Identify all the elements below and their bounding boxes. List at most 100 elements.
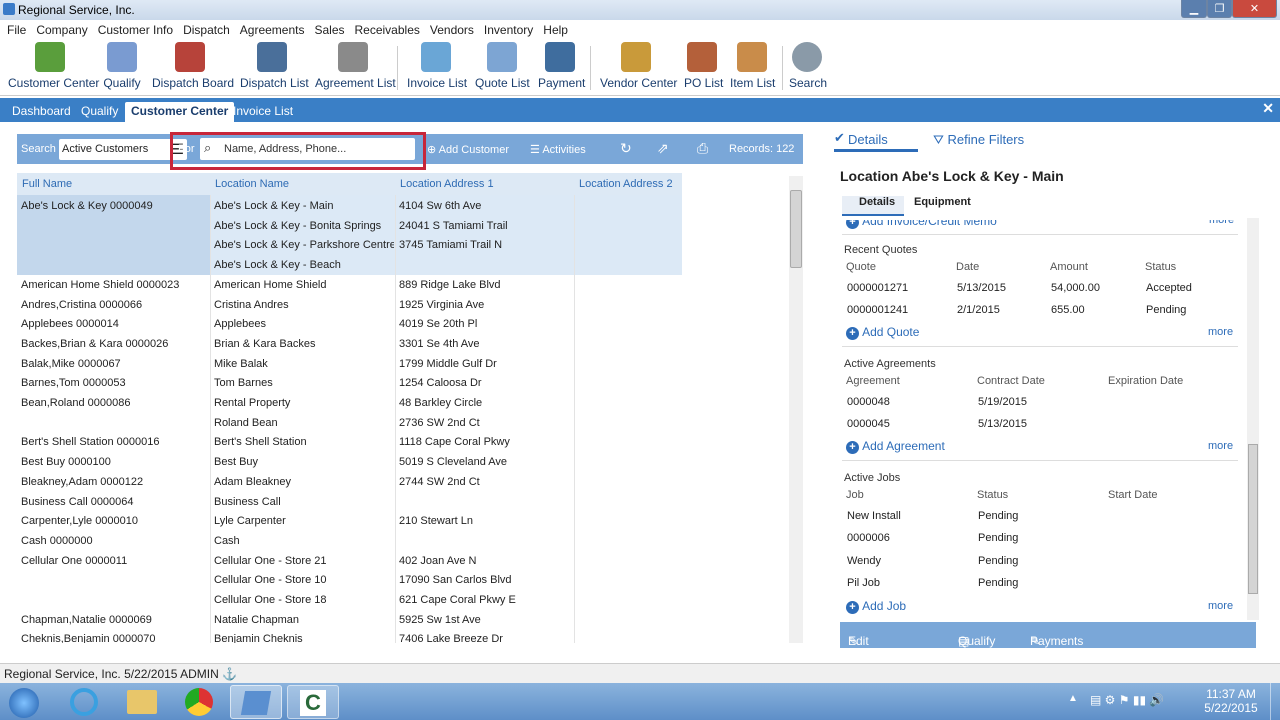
start-button[interactable] (0, 685, 48, 719)
menu-sales[interactable]: Sales (309, 23, 349, 37)
full-name-cell[interactable]: Barnes,Tom 0000053 (21, 374, 209, 393)
location-address-1-cell[interactable]: 4104 Sw 6th Ave (399, 197, 573, 216)
full-name-cell[interactable]: Cellular One 0000011 (21, 552, 209, 571)
location-name-cell[interactable]: Rental Property (214, 394, 394, 413)
more-link[interactable]: more (1209, 220, 1234, 226)
more-link[interactable]: more (1208, 326, 1233, 338)
job-name[interactable]: Pil Job (847, 577, 880, 589)
more-link[interactable]: more (1208, 440, 1233, 452)
location-name-cell[interactable]: Cellular One - Store 10 (214, 571, 394, 590)
refresh-icon[interactable]: ↻ (620, 140, 632, 157)
agreement-number[interactable]: 0000045 (847, 418, 890, 430)
location-name-cell[interactable]: Cellular One - Store 21 (214, 552, 394, 571)
location-name-cell[interactable]: Abe's Lock & Key - Main (214, 197, 394, 216)
location-address-1-cell[interactable]: 1799 Middle Gulf Dr (399, 355, 573, 374)
location-address-1-cell[interactable]: 3745 Tamiami Trail N (399, 236, 573, 255)
details-tab[interactable]: ✔ Details (834, 126, 918, 152)
add-agreement-link[interactable]: + Add Agreement (846, 439, 945, 454)
full-name-cell[interactable]: Bert's Shell Station 0000016 (21, 433, 209, 452)
toolbar-po-list-button[interactable]: PO List (684, 42, 723, 90)
search-scope-select[interactable]: Active Customers ☰ (59, 139, 187, 160)
location-address-2-cell[interactable] (578, 532, 682, 551)
location-address-1-cell[interactable]: 889 Ridge Lake Blvd (399, 276, 573, 295)
menu-company[interactable]: Company (31, 23, 92, 37)
add-job-link[interactable]: + Add Job (846, 599, 906, 614)
location-address-1-cell[interactable]: 5925 Sw 1st Ave (399, 611, 573, 630)
location-address-2-cell[interactable] (578, 630, 682, 643)
location-address-1-cell[interactable]: 621 Cape Coral Pkwy E (399, 591, 573, 610)
full-name-cell[interactable] (21, 591, 209, 610)
full-name-cell[interactable] (21, 217, 209, 236)
location-address-2-cell[interactable] (578, 611, 682, 630)
close-button[interactable]: ✕ (1232, 0, 1277, 18)
full-name-cell[interactable]: Cheknis,Benjamin 0000070 (21, 630, 209, 643)
location-address-1-cell[interactable]: 1925 Virginia Ave (399, 296, 573, 315)
location-address-2-cell[interactable] (578, 276, 682, 295)
full-name-cell[interactable]: Cash 0000000 (21, 532, 209, 551)
details-scrollbar[interactable] (1247, 218, 1259, 620)
location-address-2-cell[interactable] (578, 374, 682, 393)
full-name-cell[interactable]: Applebees 0000014 (21, 315, 209, 334)
location-address-2-cell[interactable] (578, 335, 682, 354)
full-name-cell[interactable]: Chapman,Natalie 0000069 (21, 611, 209, 630)
location-name-cell[interactable]: Applebees (214, 315, 394, 334)
location-name-cell[interactable]: Roland Bean (214, 414, 394, 433)
quote-number[interactable]: 0000001241 (847, 304, 908, 316)
location-address-1-cell[interactable]: 1254 Caloosa Dr (399, 374, 573, 393)
taskbar-explorer[interactable] (116, 685, 168, 719)
close-tab-icon[interactable]: ✕ (1262, 100, 1274, 117)
full-name-cell[interactable] (21, 414, 209, 433)
job-name[interactable]: New Install (847, 510, 901, 522)
full-name-cell[interactable] (21, 236, 209, 255)
toolbar-vendor-center-button[interactable]: Vendor Center (600, 42, 677, 90)
show-desktop-button[interactable] (1270, 683, 1280, 720)
location-address-1-cell[interactable]: 3301 Se 4th Ave (399, 335, 573, 354)
location-name-cell[interactable]: Mike Balak (214, 355, 394, 374)
location-address-1-cell[interactable]: 7406 Lake Breeze Dr (399, 630, 573, 643)
print-icon[interactable]: ⎙ (697, 140, 708, 157)
location-name-cell[interactable]: Cellular One - Store 18 (214, 591, 394, 610)
location-address-2-cell[interactable] (578, 394, 682, 413)
location-address-1-cell[interactable]: 210 Stewart Ln (399, 512, 573, 531)
scrollbar-thumb[interactable] (790, 190, 802, 268)
toolbar-dispatch-list-button[interactable]: Dispatch List (240, 42, 309, 90)
agreement-number[interactable]: 0000048 (847, 396, 890, 408)
location-address-2-cell[interactable] (578, 217, 682, 236)
location-address-1-cell[interactable] (399, 493, 573, 512)
location-name-cell[interactable]: Bert's Shell Station (214, 433, 394, 452)
subtab-details[interactable]: Details (842, 196, 904, 216)
full-name-cell[interactable]: Best Buy 0000100 (21, 453, 209, 472)
location-name-cell[interactable]: Abe's Lock & Key - Beach (214, 256, 394, 275)
location-name-cell[interactable]: Business Call (214, 493, 394, 512)
header-full-name[interactable]: Full Name (17, 173, 210, 195)
location-name-cell[interactable]: Lyle Carpenter (214, 512, 394, 531)
location-address-2-cell[interactable] (578, 315, 682, 334)
quote-number[interactable]: 0000001271 (847, 282, 908, 294)
more-link[interactable]: more (1208, 600, 1233, 612)
full-name-cell[interactable]: Carpenter,Lyle 0000010 (21, 512, 209, 531)
location-name-cell[interactable]: Brian & Kara Backes (214, 335, 394, 354)
location-address-2-cell[interactable] (578, 296, 682, 315)
full-name-cell[interactable]: Andres,Cristina 0000066 (21, 296, 209, 315)
location-address-2-cell[interactable] (578, 197, 682, 216)
location-address-2-cell[interactable] (578, 453, 682, 472)
location-name-cell[interactable]: American Home Shield (214, 276, 394, 295)
add-invoice-link[interactable]: + Add Invoice/Credit Memo (846, 220, 997, 229)
menu-dispatch[interactable]: Dispatch (178, 23, 235, 37)
restore-button[interactable]: ❐ (1207, 0, 1232, 18)
menu-agreements[interactable]: Agreements (235, 23, 310, 37)
location-name-cell[interactable]: Adam Bleakney (214, 473, 394, 492)
menu-help[interactable]: Help (538, 23, 573, 37)
location-name-cell[interactable]: Tom Barnes (214, 374, 394, 393)
taskbar-chrome[interactable] (173, 685, 225, 719)
location-address-2-cell[interactable] (578, 571, 682, 590)
location-address-2-cell[interactable] (578, 512, 682, 531)
location-address-2-cell[interactable] (578, 473, 682, 492)
location-name-cell[interactable]: Cristina Andres (214, 296, 394, 315)
taskbar-c-app[interactable]: C (287, 685, 339, 719)
grid-scrollbar[interactable] (789, 176, 803, 643)
location-address-1-cell[interactable]: 24041 S Tamiami Trail (399, 217, 573, 236)
header-location-address-1[interactable]: Location Address 1 (395, 173, 574, 195)
toolbar-search-button[interactable]: Search (789, 42, 827, 90)
location-address-2-cell[interactable] (578, 591, 682, 610)
